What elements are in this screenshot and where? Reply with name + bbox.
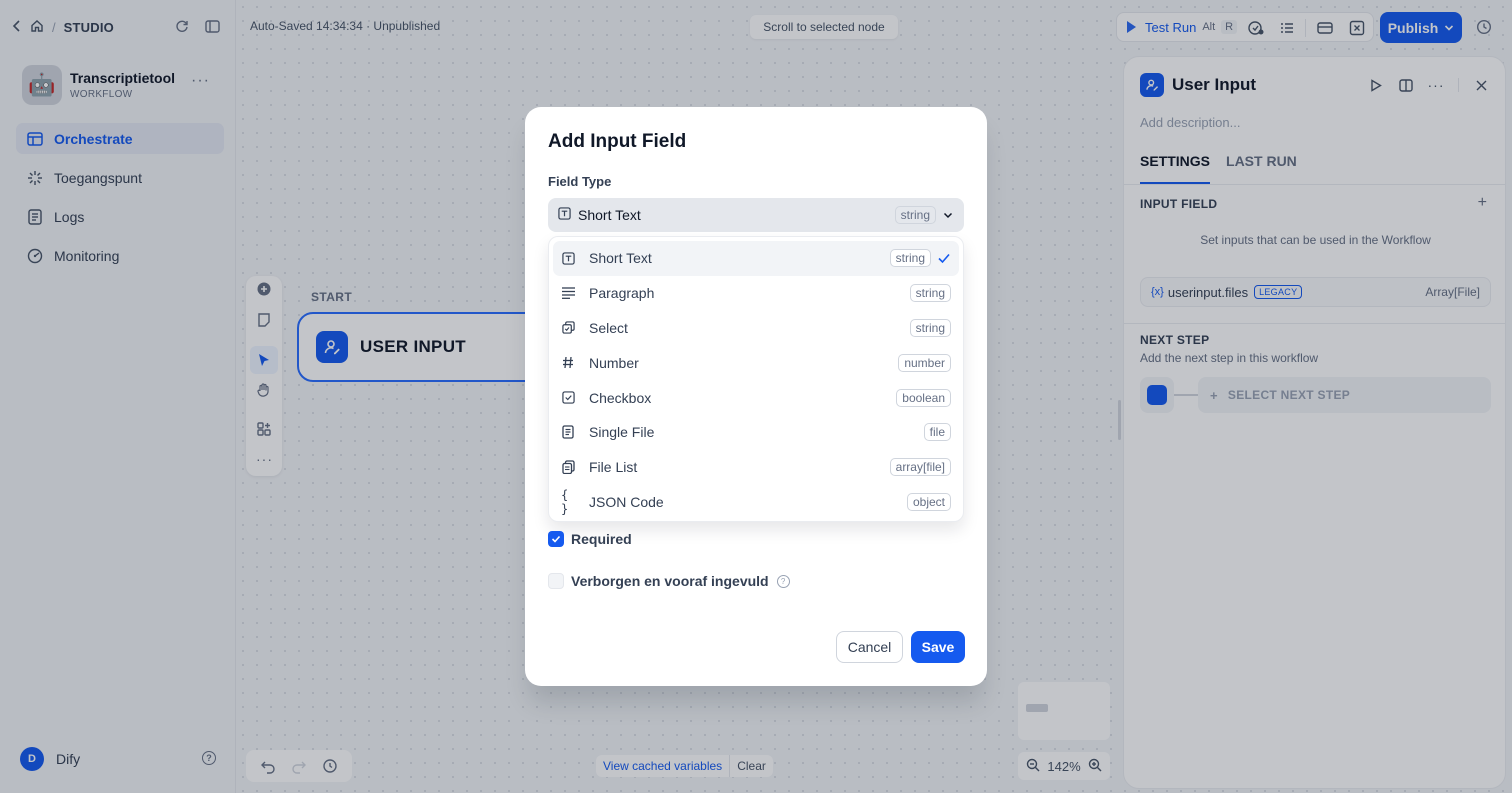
option-label: Short Text	[589, 250, 652, 267]
field-type-select[interactable]: Short Text string	[548, 198, 964, 232]
text-input-icon	[561, 251, 575, 265]
paragraph-icon	[561, 286, 575, 300]
field-type-label: Field Type	[548, 174, 612, 189]
option-label: Single File	[589, 424, 655, 441]
required-label: Required	[571, 531, 632, 547]
required-checkbox[interactable]	[548, 531, 564, 547]
option-single-file[interactable]: Single File file	[553, 415, 959, 450]
option-json-code[interactable]: { } JSON Code object	[553, 485, 959, 520]
type-tag: string	[894, 206, 936, 224]
field-type-dropdown: Short Text string Paragraph string Selec…	[548, 236, 964, 522]
hidden-prefilled-checkbox[interactable]	[548, 573, 564, 589]
option-label: Checkbox	[589, 389, 652, 406]
hash-icon	[561, 356, 575, 370]
option-paragraph[interactable]: Paragraph string	[553, 276, 959, 311]
hidden-prefilled-row[interactable]: Verborgen en vooraf ingevuld ?	[548, 573, 790, 589]
type-tag: string	[909, 284, 951, 303]
option-number[interactable]: Number number	[553, 345, 959, 380]
option-select[interactable]: Select string	[553, 311, 959, 346]
option-file-list[interactable]: File List array[file]	[553, 450, 959, 485]
text-input-icon	[558, 207, 571, 223]
question-icon[interactable]: ?	[776, 574, 790, 588]
modal-title: Add Input Field	[548, 131, 687, 152]
check-icon	[938, 254, 950, 264]
option-checkbox[interactable]: Checkbox boolean	[553, 380, 959, 415]
add-input-field-modal: Add Input Field Field Type Short Text st…	[525, 107, 987, 686]
type-tag: object	[906, 492, 951, 511]
type-tag: array[file]	[889, 458, 951, 477]
option-label: Select	[589, 319, 628, 336]
type-tag: boolean	[896, 388, 951, 407]
save-button[interactable]: Save	[911, 631, 965, 663]
hidden-prefilled-label: Verborgen en vooraf ingevuld	[571, 573, 769, 589]
option-label: Number	[589, 354, 639, 371]
type-tag: string	[909, 318, 951, 337]
file-icon	[561, 425, 575, 440]
select-icon	[561, 321, 575, 335]
type-tag: file	[923, 423, 951, 442]
file-list-icon	[561, 460, 575, 475]
braces-icon: { }	[561, 487, 569, 516]
required-row[interactable]: Required	[548, 531, 632, 547]
type-tag: string	[889, 249, 931, 268]
chevron-down-icon	[943, 212, 953, 219]
cancel-button[interactable]: Cancel	[836, 631, 903, 663]
option-label: File List	[589, 459, 638, 476]
option-short-text[interactable]: Short Text string	[553, 241, 959, 276]
option-label: JSON Code	[589, 493, 664, 510]
option-label: Paragraph	[589, 285, 655, 302]
selected-type-label: Short Text	[578, 207, 641, 223]
checkbox-icon	[561, 391, 575, 405]
type-tag: number	[898, 353, 951, 372]
